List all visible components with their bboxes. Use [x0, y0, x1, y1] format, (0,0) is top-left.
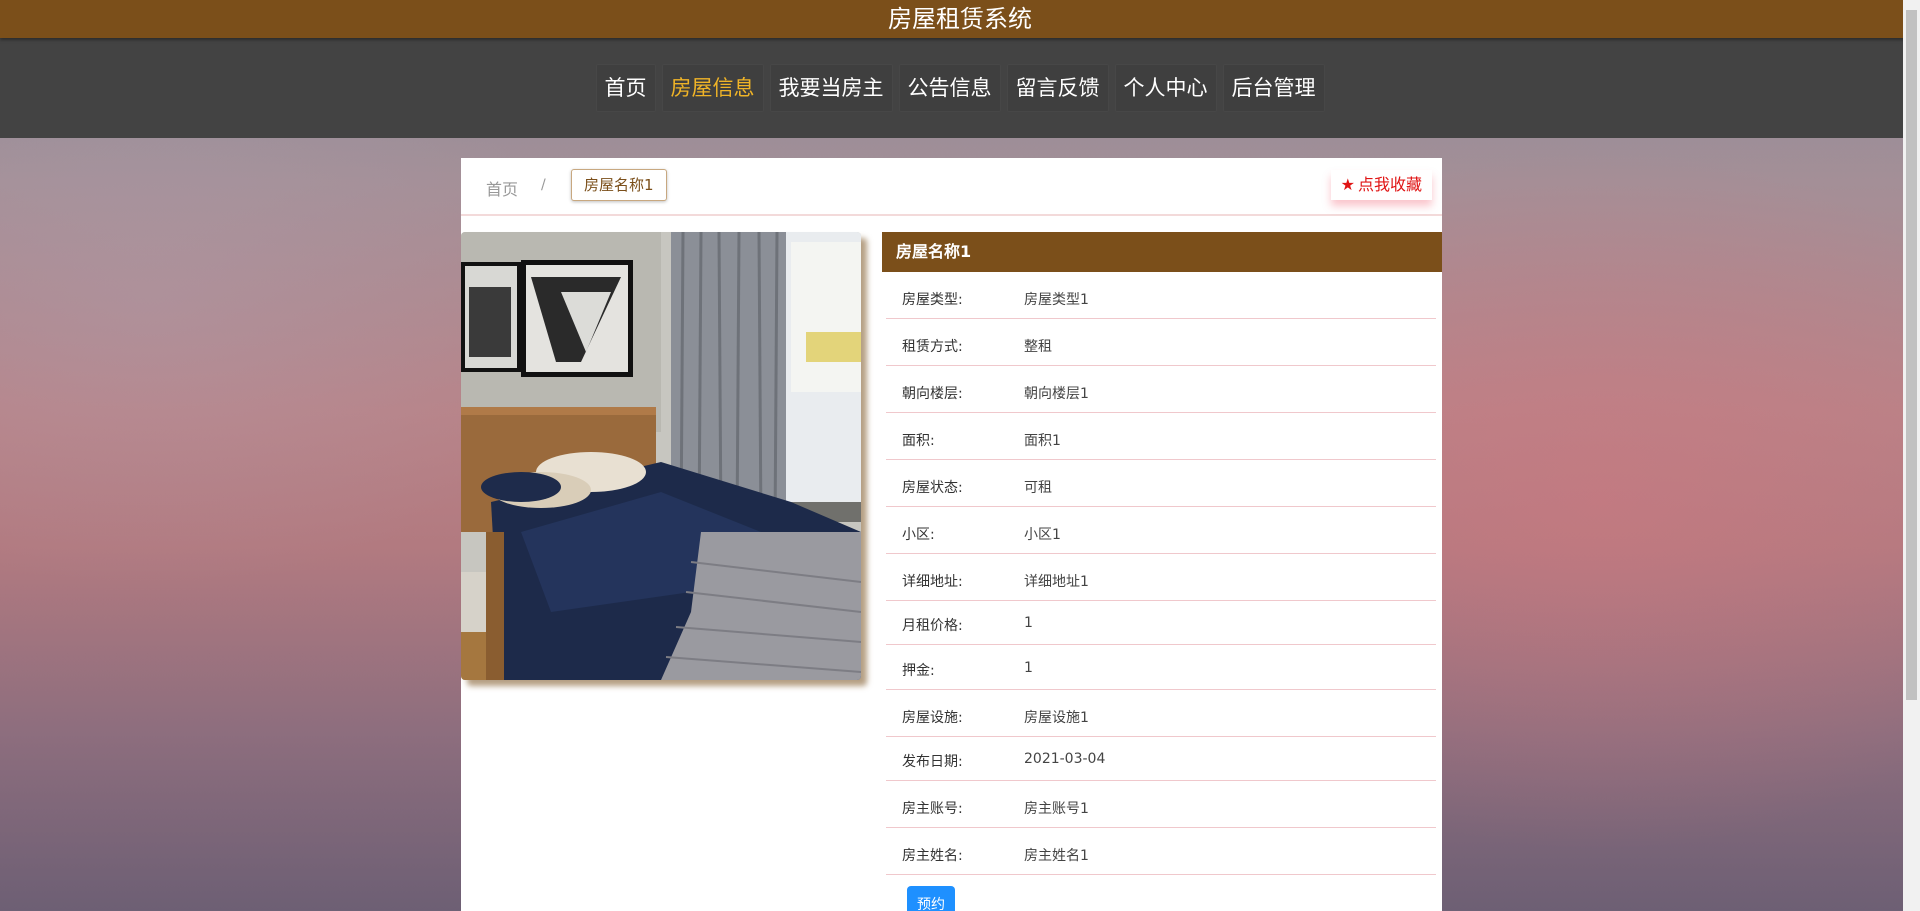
- nav-item-become-landlord[interactable]: 我要当房主: [769, 64, 893, 112]
- info-row-deposit: 押金: 1: [886, 645, 1436, 690]
- info-row-publish-date: 发布日期: 2021-03-04: [886, 737, 1436, 781]
- info-row-owner-name: 房主姓名: 房主姓名1: [886, 828, 1436, 875]
- favorite-label: 点我收藏: [1357, 175, 1422, 194]
- info-label: 详细地址:: [902, 574, 963, 590]
- page-scrollbar[interactable]: [1903, 0, 1920, 911]
- house-info-table: 房屋名称1 房屋类型: 房屋类型1 租赁方式: 整租 朝向楼层: 朝向楼层1 面…: [882, 232, 1442, 875]
- scrollbar-thumb[interactable]: [1906, 10, 1917, 700]
- nav-item-home[interactable]: 首页: [595, 64, 656, 112]
- nav-item-personal-center[interactable]: 个人中心: [1114, 64, 1217, 112]
- info-value: 房主账号1: [1024, 801, 1089, 817]
- info-row-monthly-rent: 月租价格: 1: [886, 601, 1436, 645]
- info-value: 可租: [1024, 480, 1052, 496]
- house-photo: [461, 232, 861, 680]
- star-icon: ★: [1340, 175, 1355, 194]
- info-row-house-type: 房屋类型: 房屋类型1: [886, 272, 1436, 319]
- info-row-orientation-floor: 朝向楼层: 朝向楼层1: [886, 366, 1436, 413]
- nav-item-house-info[interactable]: 房屋信息: [661, 64, 764, 112]
- breadcrumb-separator: /: [541, 177, 546, 193]
- nav-item-feedback[interactable]: 留言反馈: [1006, 64, 1109, 112]
- info-row-facilities: 房屋设施: 房屋设施1: [886, 690, 1436, 737]
- info-label: 月租价格:: [902, 618, 963, 634]
- info-row-owner-account: 房主账号: 房主账号1: [886, 781, 1436, 828]
- detail-panel: 首页 / 房屋名称1 ★ 点我收藏 房屋名称1 房屋类型: 房屋类型1 租赁方式…: [461, 158, 1442, 911]
- breadcrumb: 首页 / 房屋名称1 ★ 点我收藏: [461, 158, 1442, 216]
- info-label: 房屋类型:: [902, 292, 963, 308]
- info-label: 房主账号:: [902, 801, 963, 817]
- info-value: 整租: [1024, 339, 1052, 355]
- info-label: 押金:: [902, 663, 935, 679]
- breadcrumb-current: 房屋名称1: [571, 169, 667, 201]
- nav-item-admin[interactable]: 后台管理: [1222, 64, 1325, 112]
- info-label: 朝向楼层:: [902, 386, 963, 402]
- breadcrumb-home-link[interactable]: 首页: [486, 176, 518, 200]
- house-title: 房屋名称1: [882, 232, 1442, 272]
- info-label: 面积:: [902, 433, 935, 449]
- info-value: 房主姓名1: [1024, 848, 1089, 864]
- info-value: 1: [1024, 660, 1033, 676]
- info-value: 房屋设施1: [1024, 710, 1089, 726]
- info-row-area: 面积: 面积1: [886, 413, 1436, 460]
- main-nav: 首页 房屋信息 我要当房主 公告信息 留言反馈 个人中心 后台管理: [0, 38, 1920, 138]
- nav-item-announcements[interactable]: 公告信息: [898, 64, 1001, 112]
- info-value: 小区1: [1024, 527, 1061, 543]
- favorite-button[interactable]: ★ 点我收藏: [1330, 170, 1432, 200]
- info-label: 房屋状态:: [902, 480, 963, 496]
- info-label: 小区:: [902, 527, 935, 543]
- info-value: 朝向楼层1: [1024, 386, 1089, 402]
- info-row-house-status: 房屋状态: 可租: [886, 460, 1436, 507]
- info-value: 详细地址1: [1024, 574, 1089, 590]
- info-label: 房屋设施:: [902, 710, 963, 726]
- info-row-community: 小区: 小区1: [886, 507, 1436, 554]
- info-label: 房主姓名:: [902, 848, 963, 864]
- info-value: 1: [1024, 615, 1033, 631]
- info-label: 发布日期:: [902, 754, 963, 770]
- info-row-address: 详细地址: 详细地址1: [886, 554, 1436, 601]
- bedroom-photo-image: [461, 232, 861, 680]
- book-button[interactable]: 预约: [907, 886, 955, 911]
- site-title: 房屋租赁系统: [888, 5, 1032, 33]
- info-value: 房屋类型1: [1024, 292, 1089, 308]
- site-title-bar: 房屋租赁系统: [0, 0, 1920, 38]
- info-label: 租赁方式:: [902, 339, 963, 355]
- info-row-rental-mode: 租赁方式: 整租: [886, 319, 1436, 366]
- info-value: 面积1: [1024, 433, 1061, 449]
- info-value: 2021-03-04: [1024, 751, 1106, 767]
